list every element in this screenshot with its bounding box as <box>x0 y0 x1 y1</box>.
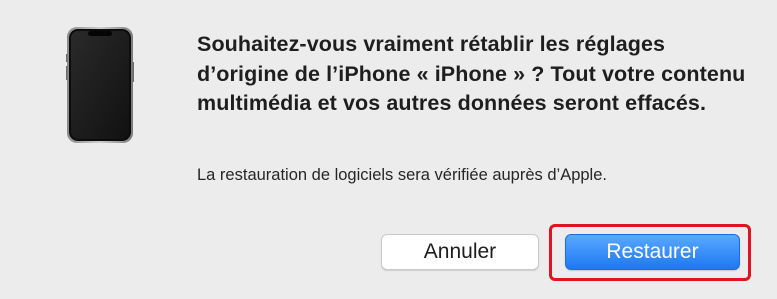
restore-confirmation-dialog: Souhaitez-vous vraiment rétablir les rég… <box>0 0 777 299</box>
dialog-headline: Souhaitez-vous vraiment rétablir les rég… <box>197 32 746 115</box>
cancel-button[interactable]: Annuler <box>381 234 539 270</box>
iphone-icon <box>66 26 134 144</box>
dialog-message: La restauration de logiciels sera vérifi… <box>197 166 607 184</box>
restore-button[interactable]: Restaurer <box>565 234 740 270</box>
